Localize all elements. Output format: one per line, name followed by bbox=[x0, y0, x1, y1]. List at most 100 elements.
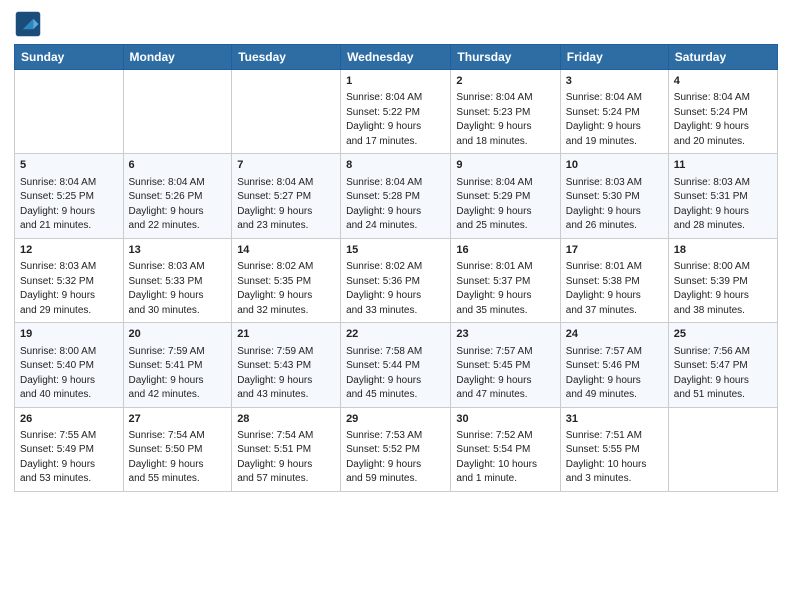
day-number: 18 bbox=[674, 243, 772, 258]
calendar-cell: 2Sunrise: 8:04 AMSunset: 5:23 PMDaylight… bbox=[451, 70, 560, 154]
calendar-cell: 3 Sunrise: 8:04 AMSunset: 5:24 PMDaylight… bbox=[560, 70, 668, 154]
calendar-cell: 28 Sunrise: 7:54 AMSunset: 5:51 PMDayligh… bbox=[232, 407, 341, 491]
day-info: Sunrise: 8:03 AMSunset: 5:32 PMDaylight:… bbox=[20, 260, 118, 318]
weekday-header-wednesday: Wednesday bbox=[341, 45, 451, 70]
calendar-cell: 8 Sunrise: 8:04 AMSunset: 5:28 PMDaylight… bbox=[341, 154, 451, 238]
calendar-cell: 29 Sunrise: 7:53 AMSunset: 5:52 PMDayligh… bbox=[341, 407, 451, 491]
calendar-cell bbox=[668, 407, 777, 491]
calendar-cell: 25 Sunrise: 7:56 AMSunset: 5:47 PMDayligh… bbox=[668, 323, 777, 407]
weekday-header-thursday: Thursday bbox=[451, 45, 560, 70]
day-info: Sunrise: 8:01 AMSunset: 5:38 PMDaylight:… bbox=[566, 260, 663, 318]
calendar-cell: 18 Sunrise: 8:00 AMSunset: 5:39 PMDayligh… bbox=[668, 238, 777, 322]
day-number: 14 bbox=[237, 243, 335, 258]
day-number: 27 bbox=[129, 412, 227, 427]
day-number: 4 bbox=[674, 74, 772, 89]
logo-icon bbox=[14, 10, 42, 38]
day-number: 8 bbox=[346, 158, 445, 173]
day-number: 23 bbox=[456, 327, 554, 342]
header bbox=[14, 10, 778, 38]
weekday-header-saturday: Saturday bbox=[668, 45, 777, 70]
calendar-cell: 23 Sunrise: 7:57 AMSunset: 5:45 PMDayligh… bbox=[451, 323, 560, 407]
day-info: Sunrise: 7:56 AMSunset: 5:47 PMDaylight:… bbox=[674, 345, 772, 403]
day-number: 10 bbox=[566, 158, 663, 173]
day-number: 28 bbox=[237, 412, 335, 427]
week-row-1: 1 Sunrise: 8:04 AMSunset: 5:22 PMDaylight… bbox=[15, 70, 778, 154]
day-number: 6 bbox=[129, 158, 227, 173]
day-number: 11 bbox=[674, 158, 772, 173]
day-info: Sunrise: 8:03 AMSunset: 5:31 PMDaylight:… bbox=[674, 176, 772, 234]
day-info: Sunrise: 7:57 AMSunset: 5:46 PMDaylight:… bbox=[566, 345, 663, 403]
calendar-cell: 7Sunrise: 8:04 AMSunset: 5:27 PMDaylight… bbox=[232, 154, 341, 238]
day-info: Sunrise: 8:03 AMSunset: 5:33 PMDaylight:… bbox=[129, 260, 227, 318]
day-number: 13 bbox=[129, 243, 227, 258]
week-row-3: 12 Sunrise: 8:03 AMSunset: 5:32 PMDayligh… bbox=[15, 238, 778, 322]
calendar-cell bbox=[123, 70, 232, 154]
week-row-2: 5 Sunrise: 8:04 AMSunset: 5:25 PMDaylight… bbox=[15, 154, 778, 238]
calendar-cell: 24Sunrise: 7:57 AMSunset: 5:46 PMDayligh… bbox=[560, 323, 668, 407]
day-info: Sunrise: 8:04 AMSunset: 5:29 PMDaylight:… bbox=[456, 176, 554, 234]
calendar-cell: 14Sunrise: 8:02 AMSunset: 5:35 PMDayligh… bbox=[232, 238, 341, 322]
calendar-cell: 26 Sunrise: 7:55 AMSunset: 5:49 PMDayligh… bbox=[15, 407, 124, 491]
calendar-cell: 22 Sunrise: 7:58 AMSunset: 5:44 PMDayligh… bbox=[341, 323, 451, 407]
day-info: Sunrise: 8:04 AMSunset: 5:24 PMDaylight:… bbox=[674, 91, 772, 149]
day-info: Sunrise: 8:04 AMSunset: 5:23 PMDaylight:… bbox=[456, 91, 554, 149]
day-number: 26 bbox=[20, 412, 118, 427]
day-info: Sunrise: 7:53 AMSunset: 5:52 PMDaylight:… bbox=[346, 429, 445, 487]
day-number: 19 bbox=[20, 327, 118, 342]
weekday-header-sunday: Sunday bbox=[15, 45, 124, 70]
day-number: 12 bbox=[20, 243, 118, 258]
calendar-cell: 20Sunrise: 7:59 AMSunset: 5:41 PMDayligh… bbox=[123, 323, 232, 407]
day-number: 3 bbox=[566, 74, 663, 89]
calendar-cell: 15Sunrise: 8:02 AMSunset: 5:36 PMDayligh… bbox=[341, 238, 451, 322]
calendar-cell: 17 Sunrise: 8:01 AMSunset: 5:38 PMDayligh… bbox=[560, 238, 668, 322]
day-number: 25 bbox=[674, 327, 772, 342]
calendar-cell: 19 Sunrise: 8:00 AMSunset: 5:40 PMDayligh… bbox=[15, 323, 124, 407]
day-info: Sunrise: 8:01 AMSunset: 5:37 PMDaylight:… bbox=[456, 260, 554, 318]
day-info: Sunrise: 7:58 AMSunset: 5:44 PMDaylight:… bbox=[346, 345, 445, 403]
day-number: 5 bbox=[20, 158, 118, 173]
calendar-cell: 6 Sunrise: 8:04 AMSunset: 5:26 PMDaylight… bbox=[123, 154, 232, 238]
calendar-table: SundayMondayTuesdayWednesdayThursdayFrid… bbox=[14, 44, 778, 492]
day-info: Sunrise: 7:54 AMSunset: 5:51 PMDaylight:… bbox=[237, 429, 335, 487]
calendar-cell: 27Sunrise: 7:54 AMSunset: 5:50 PMDayligh… bbox=[123, 407, 232, 491]
calendar-cell: 16Sunrise: 8:01 AMSunset: 5:37 PMDayligh… bbox=[451, 238, 560, 322]
day-info: Sunrise: 7:52 AMSunset: 5:54 PMDaylight:… bbox=[456, 429, 554, 487]
day-number: 30 bbox=[456, 412, 554, 427]
day-info: Sunrise: 8:04 AMSunset: 5:28 PMDaylight:… bbox=[346, 176, 445, 234]
calendar-cell: 9Sunrise: 8:04 AMSunset: 5:29 PMDaylight… bbox=[451, 154, 560, 238]
day-info: Sunrise: 8:00 AMSunset: 5:40 PMDaylight:… bbox=[20, 345, 118, 403]
day-info: Sunrise: 7:55 AMSunset: 5:49 PMDaylight:… bbox=[20, 429, 118, 487]
weekday-header-tuesday: Tuesday bbox=[232, 45, 341, 70]
day-info: Sunrise: 8:04 AMSunset: 5:24 PMDaylight:… bbox=[566, 91, 663, 149]
calendar-cell: 10 Sunrise: 8:03 AMSunset: 5:30 PMDayligh… bbox=[560, 154, 668, 238]
calendar-cell: 31 Sunrise: 7:51 AMSunset: 5:55 PMDayligh… bbox=[560, 407, 668, 491]
day-info: Sunrise: 7:59 AMSunset: 5:43 PMDaylight:… bbox=[237, 345, 335, 403]
day-info: Sunrise: 7:57 AMSunset: 5:45 PMDaylight:… bbox=[456, 345, 554, 403]
calendar-cell: 30 Sunrise: 7:52 AMSunset: 5:54 PMDayligh… bbox=[451, 407, 560, 491]
day-number: 7 bbox=[237, 158, 335, 173]
day-info: Sunrise: 8:04 AMSunset: 5:22 PMDaylight:… bbox=[346, 91, 445, 149]
weekday-header-row: SundayMondayTuesdayWednesdayThursdayFrid… bbox=[15, 45, 778, 70]
day-info: Sunrise: 7:51 AMSunset: 5:55 PMDaylight:… bbox=[566, 429, 663, 487]
day-number: 29 bbox=[346, 412, 445, 427]
calendar-cell bbox=[232, 70, 341, 154]
day-info: Sunrise: 8:03 AMSunset: 5:30 PMDaylight:… bbox=[566, 176, 663, 234]
day-info: Sunrise: 8:04 AMSunset: 5:26 PMDaylight:… bbox=[129, 176, 227, 234]
day-number: 22 bbox=[346, 327, 445, 342]
day-number: 17 bbox=[566, 243, 663, 258]
calendar-cell: 12 Sunrise: 8:03 AMSunset: 5:32 PMDayligh… bbox=[15, 238, 124, 322]
day-number: 1 bbox=[346, 74, 445, 89]
weekday-header-monday: Monday bbox=[123, 45, 232, 70]
logo bbox=[14, 10, 46, 38]
weekday-header-friday: Friday bbox=[560, 45, 668, 70]
calendar-cell: 11 Sunrise: 8:03 AMSunset: 5:31 PMDayligh… bbox=[668, 154, 777, 238]
calendar-cell: 13 Sunrise: 8:03 AMSunset: 5:33 PMDayligh… bbox=[123, 238, 232, 322]
day-info: Sunrise: 8:00 AMSunset: 5:39 PMDaylight:… bbox=[674, 260, 772, 318]
calendar-cell bbox=[15, 70, 124, 154]
day-info: Sunrise: 8:04 AMSunset: 5:25 PMDaylight:… bbox=[20, 176, 118, 234]
day-info: Sunrise: 8:02 AMSunset: 5:36 PMDaylight:… bbox=[346, 260, 445, 318]
calendar-cell: 5 Sunrise: 8:04 AMSunset: 5:25 PMDaylight… bbox=[15, 154, 124, 238]
week-row-5: 26 Sunrise: 7:55 AMSunset: 5:49 PMDayligh… bbox=[15, 407, 778, 491]
day-number: 31 bbox=[566, 412, 663, 427]
week-row-4: 19 Sunrise: 8:00 AMSunset: 5:40 PMDayligh… bbox=[15, 323, 778, 407]
